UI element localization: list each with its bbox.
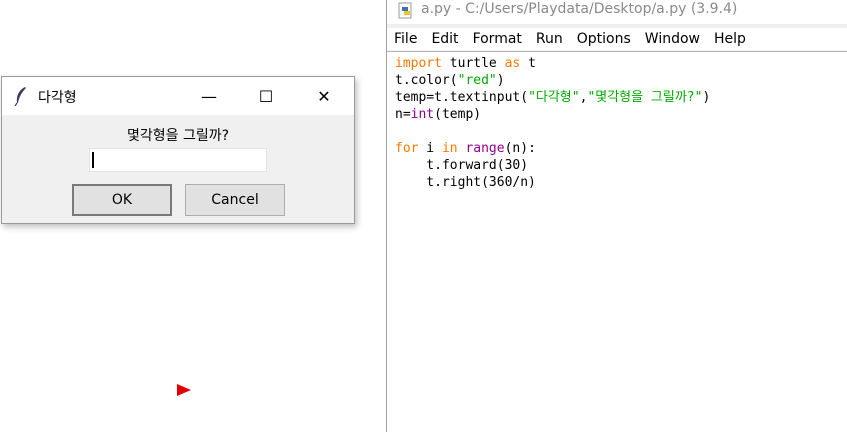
menu-help[interactable]: Help <box>707 28 753 50</box>
code-text-span: ) <box>702 90 711 105</box>
idle-editor-window: a.py - C:/Users/Playdata/Desktop/a.py (3… <box>386 0 847 433</box>
editor-titlebar[interactable]: a.py - C:/Users/Playdata/Desktop/a.py (3… <box>387 0 847 24</box>
code-text-span: (n): <box>504 141 536 156</box>
text-caret <box>92 152 94 168</box>
code-line: for i in range(n): <box>395 140 710 157</box>
menu-format[interactable]: Format <box>466 28 529 50</box>
menu-run[interactable]: Run <box>529 28 570 50</box>
turtle-arrow <box>177 384 191 396</box>
code-builtin: range <box>465 141 505 156</box>
dialog-titlebar[interactable]: 다각형 — ☐ ✕ <box>2 77 354 115</box>
minimize-icon: — <box>201 86 217 106</box>
close-button[interactable]: ✕ <box>301 77 347 115</box>
code-line: import turtle as t <box>395 55 710 72</box>
code-string: "다각형" <box>528 90 580 105</box>
menu-options[interactable]: Options <box>570 28 638 50</box>
code-text: import turtle as t t.color("red") temp=t… <box>395 55 710 191</box>
dialog-title: 다각형 <box>38 90 77 106</box>
code-line: t.color("red") <box>395 72 710 89</box>
code-text-span: (temp) <box>434 107 482 122</box>
minimize-button[interactable]: — <box>186 77 232 115</box>
textinput-dialog: 다각형 — ☐ ✕ 몇각형을 그릴까? OK Cancel <box>1 76 355 224</box>
code-line: temp=t.textinput("다각형","몇각형을 그릴까?") <box>395 89 710 106</box>
code-keyword: import <box>395 56 442 71</box>
menubar: File Edit Format Run Options Window Help <box>387 28 847 50</box>
dialog-prompt: 몇각형을 그릴까? <box>126 128 230 144</box>
ok-button[interactable]: OK <box>72 184 172 216</box>
code-text-span: ) <box>496 73 505 88</box>
menu-window[interactable]: Window <box>638 28 707 50</box>
code-keyword: as <box>504 56 521 71</box>
text-input-field[interactable] <box>89 148 267 172</box>
code-text-span: i <box>418 141 442 156</box>
code-text-span: temp=t.textinput( <box>395 90 529 105</box>
code-string: "red" <box>457 73 497 88</box>
editor-title: a.py - C:/Users/Playdata/Desktop/a.py (3… <box>421 1 738 17</box>
code-editor[interactable]: import turtle as t t.color("red") temp=t… <box>387 51 847 433</box>
menu-edit[interactable]: Edit <box>424 28 465 50</box>
code-text-span: turtle <box>441 56 505 71</box>
close-icon: ✕ <box>317 86 331 106</box>
maximize-icon: ☐ <box>258 86 274 106</box>
python-file-icon <box>398 2 412 19</box>
code-text-span: t.color( <box>395 73 458 88</box>
code-line: n=int(temp) <box>395 106 710 123</box>
menu-file[interactable]: File <box>387 28 424 50</box>
code-line: t.right(360/n) <box>395 175 536 190</box>
code-line: t.forward(30) <box>395 158 529 173</box>
code-text-span: t <box>520 56 536 71</box>
code-keyword: for <box>395 141 419 156</box>
code-builtin: int <box>410 107 435 122</box>
maximize-button[interactable]: ☐ <box>243 77 289 115</box>
cancel-button[interactable]: Cancel <box>185 184 285 216</box>
code-keyword: in <box>441 141 458 156</box>
feather-icon <box>14 87 26 106</box>
code-string: "몇각형을 그릴까?" <box>587 90 703 105</box>
code-text-span: n= <box>395 107 411 122</box>
